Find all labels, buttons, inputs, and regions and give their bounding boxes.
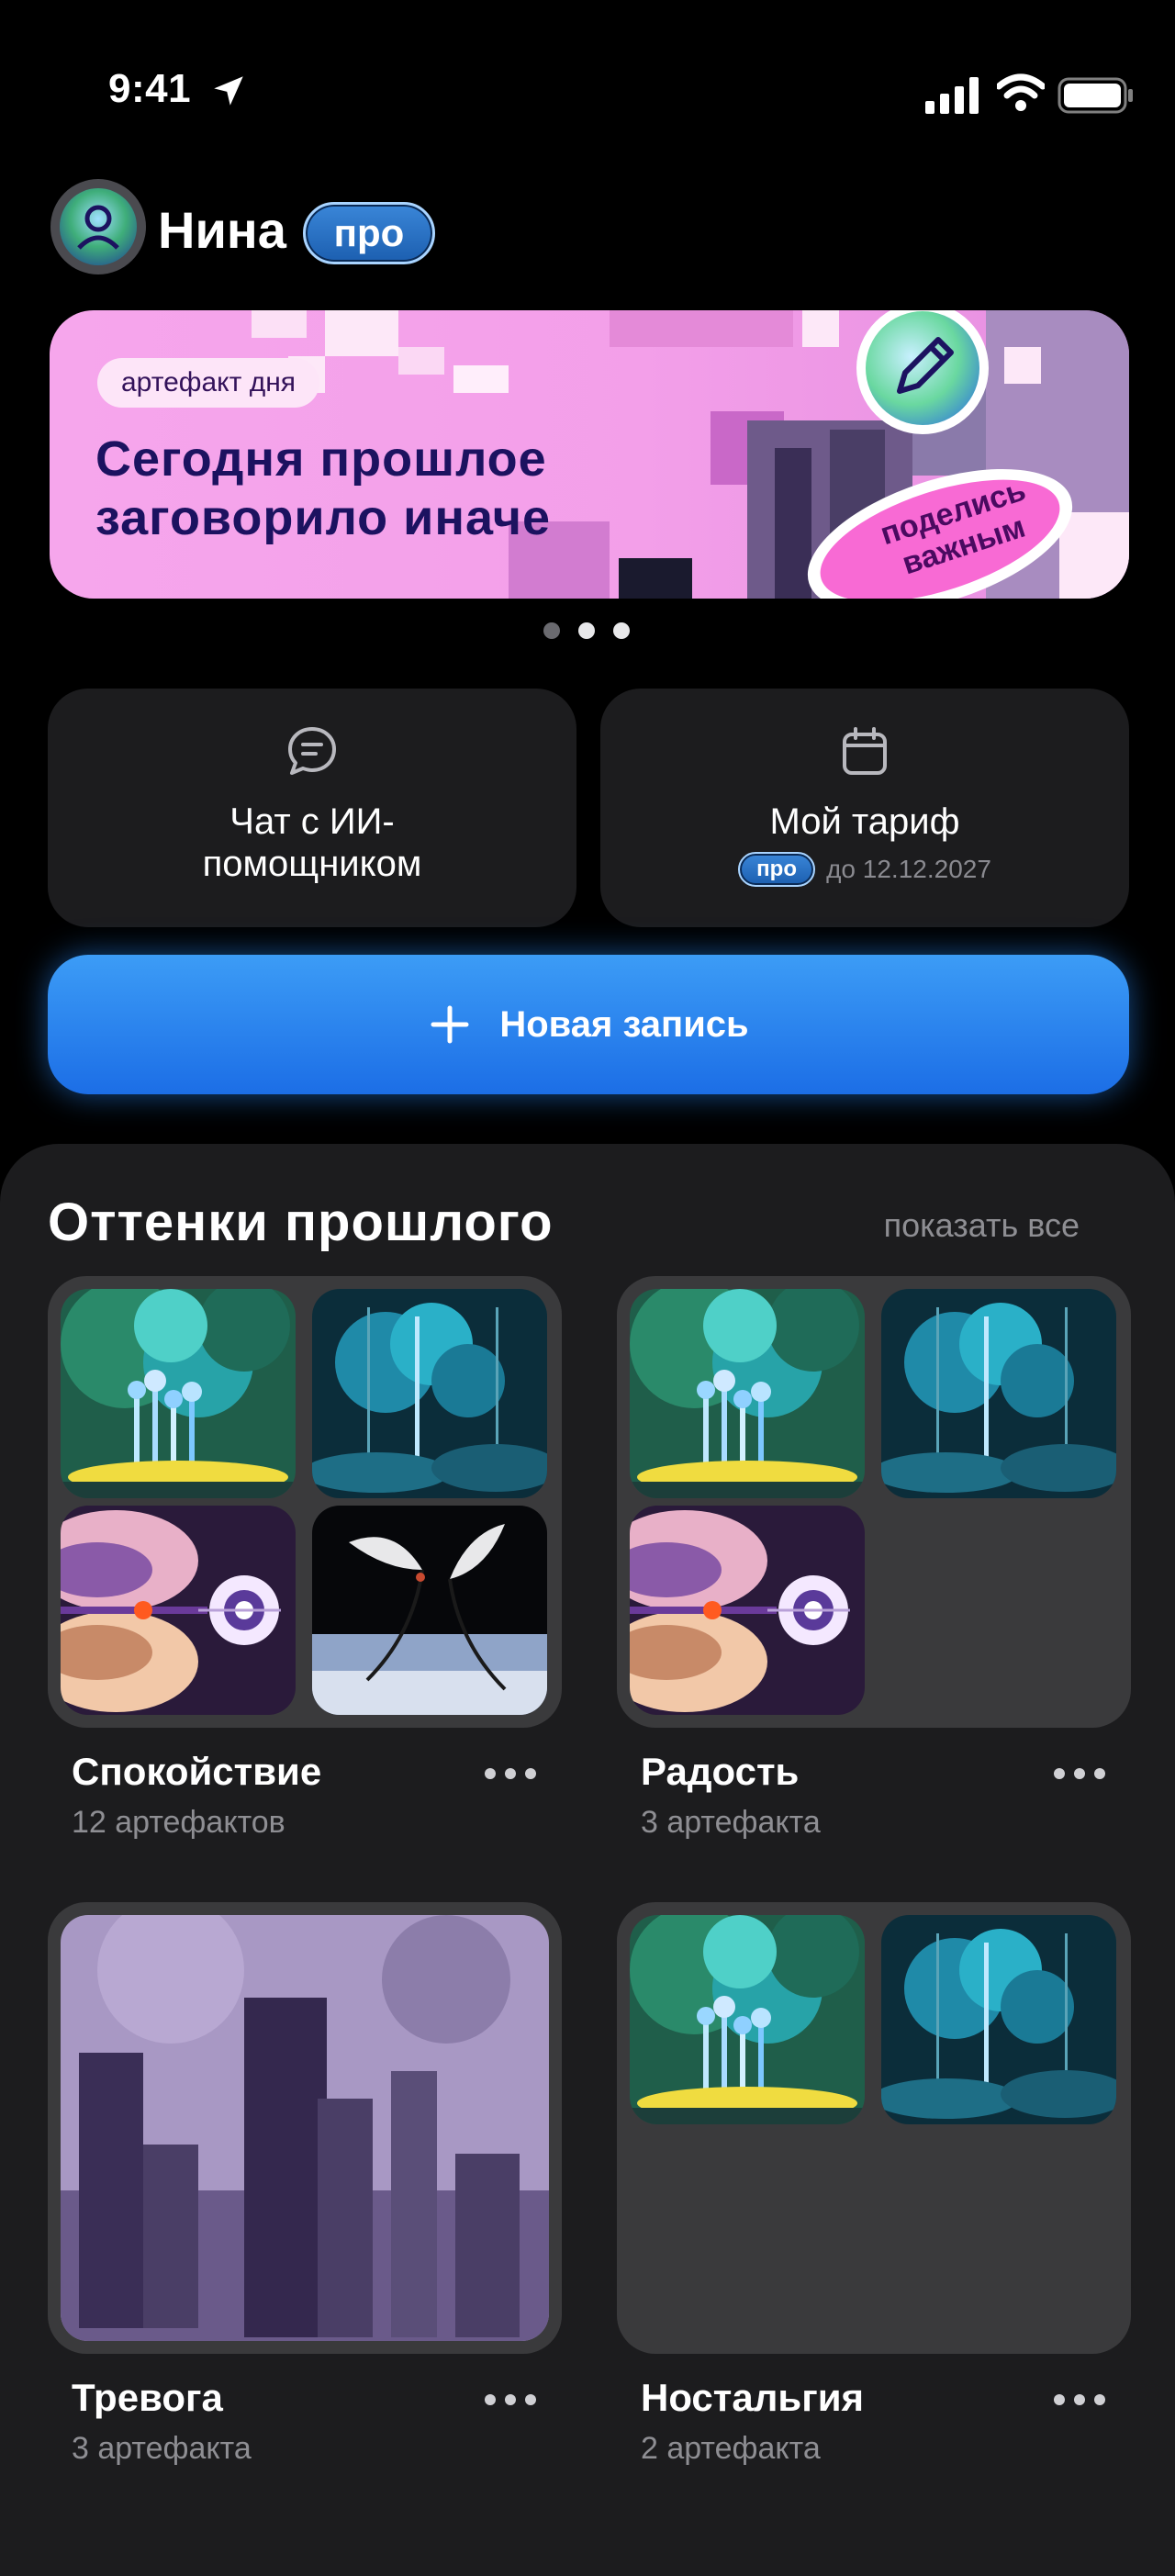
plan-status: про до 12.12.2027: [738, 852, 991, 887]
thumbnail: [630, 1915, 865, 2124]
carousel-dot-active[interactable]: [578, 622, 595, 639]
pencil-icon[interactable]: [854, 310, 991, 437]
album-joy[interactable]: Радость 3 артефакта: [617, 1276, 1131, 1840]
banner-tag: артефакт дня: [97, 358, 320, 408]
thumbnail: [61, 1915, 549, 2341]
album-count: 12 артефактов: [72, 1805, 285, 1840]
battery-icon: [1058, 77, 1133, 114]
carousel-dot[interactable]: [543, 622, 560, 639]
show-all-link[interactable]: показать все: [884, 1206, 1080, 1245]
album-name: Тревога: [72, 2376, 223, 2419]
album-count: 3 артефакта: [72, 2431, 252, 2466]
signal-icon: [925, 77, 979, 114]
plan-until: до 12.12.2027: [826, 855, 991, 883]
thumbnail: [61, 1506, 296, 1715]
album-anxiety[interactable]: Тревога 3 артефакта: [48, 1902, 562, 2466]
plus-icon: [431, 1005, 469, 1044]
status-time: 9:41: [108, 66, 192, 111]
carousel-dot[interactable]: [613, 622, 630, 639]
ai-chat-label: Чат с ИИ-помощником: [202, 801, 422, 884]
thumbnail: [881, 1915, 1116, 2124]
album-count: 2 артефакта: [641, 2431, 821, 2466]
album-name: Радость: [641, 1750, 800, 1793]
more-icon[interactable]: [483, 1764, 538, 1783]
pro-badge: про: [303, 202, 435, 264]
thumbnail: [61, 1289, 296, 1498]
my-plan-label: Мой тариф: [769, 801, 960, 842]
album-nostalgia[interactable]: Ностальгия 2 артефакта: [617, 1902, 1131, 2466]
album-cover[interactable]: [617, 1276, 1131, 1728]
album-cover[interactable]: [48, 1902, 562, 2354]
thumbnail: [312, 1289, 547, 1498]
thumbnail: [630, 1506, 865, 1715]
calendar-icon: [843, 727, 887, 775]
artifact-of-day-banner[interactable]: артефакт дня Сегодня прошлое заговорило …: [50, 310, 1129, 599]
new-entry-button[interactable]: Новая запись: [48, 955, 1129, 1094]
user-name: Нина: [158, 201, 286, 259]
location-arrow-icon: [214, 76, 243, 106]
avatar-icon[interactable]: [50, 178, 147, 275]
banner-title: Сегодня прошлое заговорило иначе: [95, 431, 552, 545]
carousel-indicator[interactable]: [543, 622, 630, 639]
my-plan-card[interactable]: Мой тариф про до 12.12.2027: [600, 689, 1129, 927]
album-cover[interactable]: [48, 1276, 562, 1728]
more-icon[interactable]: [483, 2391, 538, 2409]
more-icon[interactable]: [1052, 1764, 1107, 1783]
thumbnail: [312, 1506, 547, 1715]
album-calm[interactable]: Спокойствие 12 артефактов: [48, 1276, 562, 1840]
album-count: 3 артефакта: [641, 1805, 821, 1840]
section-title: Оттенки прошлого: [48, 1193, 554, 1252]
new-entry-label: Новая запись: [499, 1003, 749, 1045]
album-cover[interactable]: [617, 1902, 1131, 2354]
wifi-icon: [997, 73, 1045, 111]
plan-pro-badge: про: [738, 852, 816, 887]
more-icon[interactable]: [1052, 2391, 1107, 2409]
thumbnail: [881, 1289, 1116, 1498]
album-name: Спокойствие: [72, 1750, 322, 1793]
ai-chat-card[interactable]: Чат с ИИ-помощником: [48, 689, 576, 927]
thumbnail: [630, 1289, 865, 1498]
moods-panel: Оттенки прошлого показать все Спокойстви…: [0, 1144, 1175, 2576]
chat-icon: [288, 727, 336, 775]
album-name: Ностальгия: [641, 2376, 865, 2419]
